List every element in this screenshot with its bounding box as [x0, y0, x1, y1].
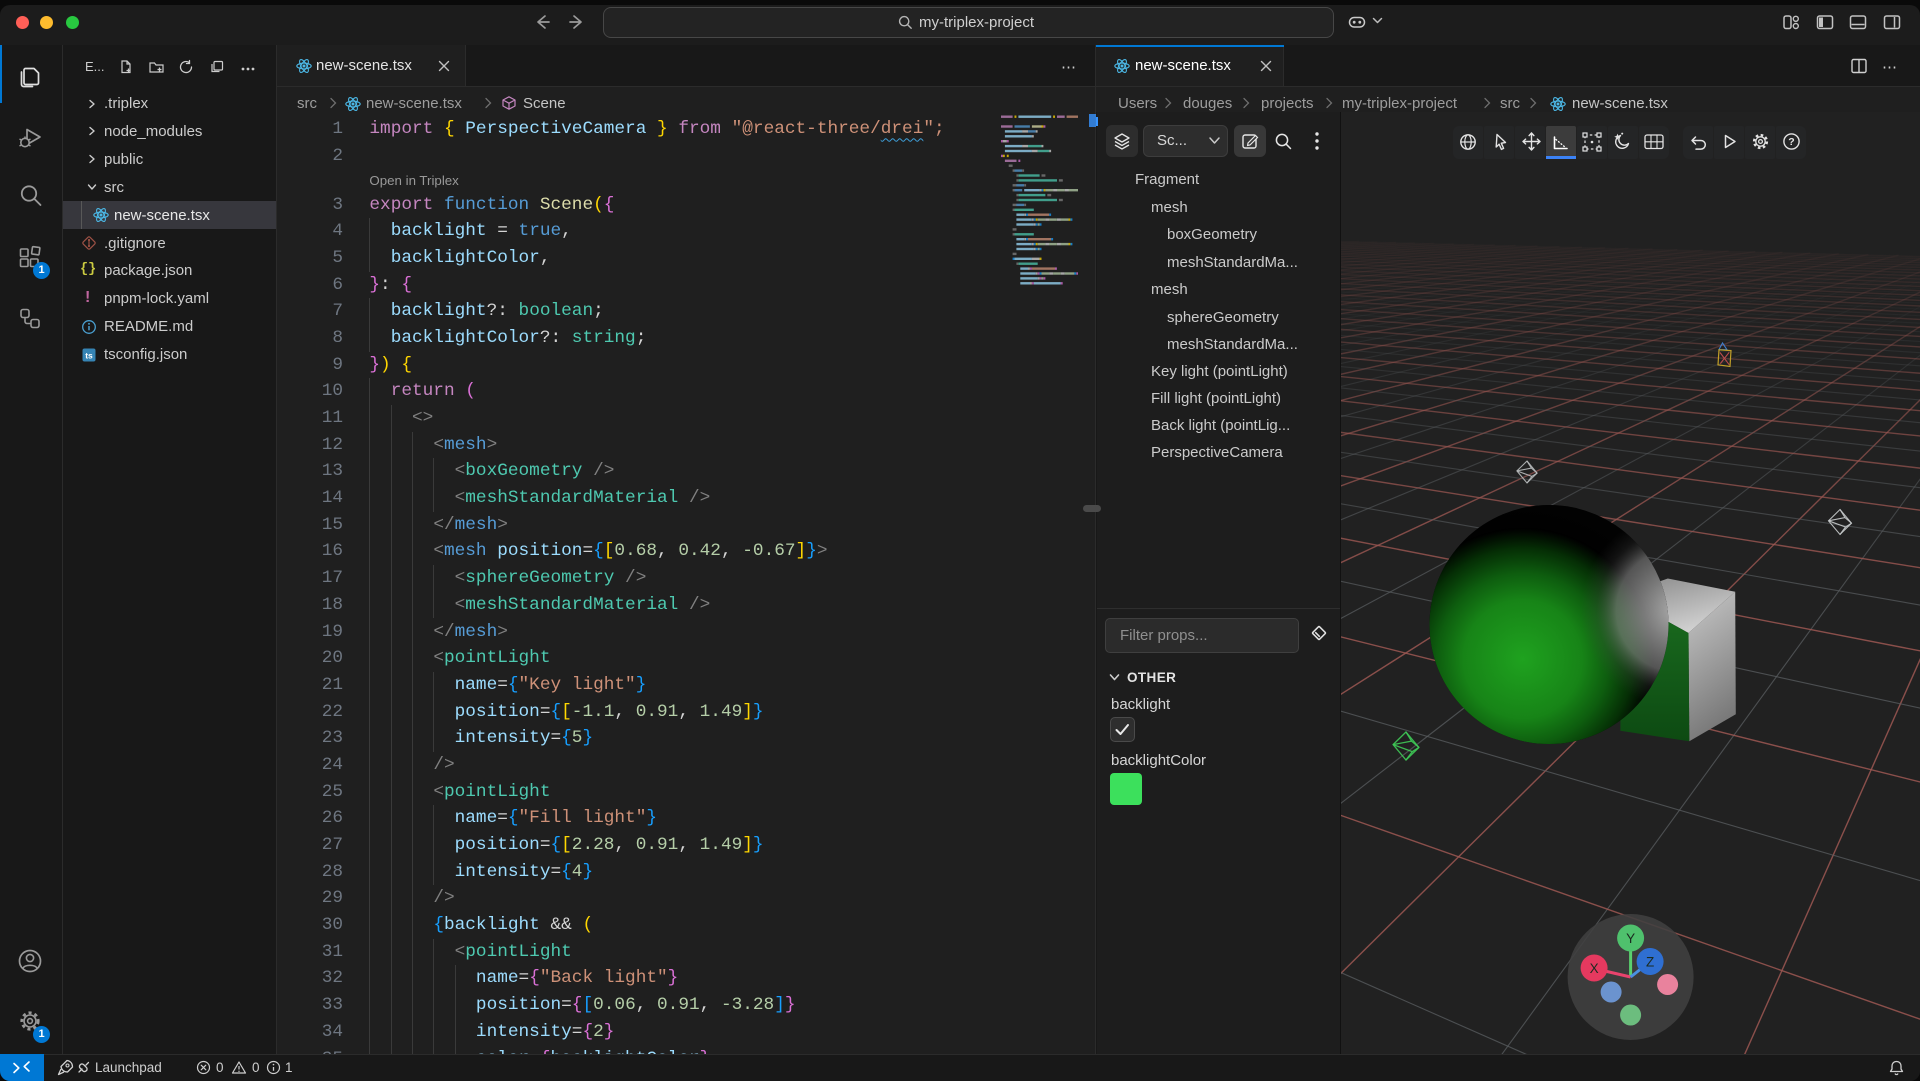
svg-text:?: ? — [1788, 136, 1794, 148]
svg-text:X: X — [1590, 961, 1599, 976]
svg-text:Y: Y — [1626, 931, 1635, 946]
svg-text:Z: Z — [1646, 954, 1654, 969]
